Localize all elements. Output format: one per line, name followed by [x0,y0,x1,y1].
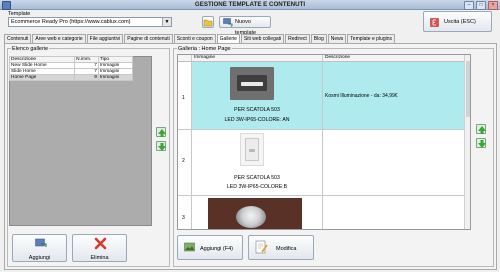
cell-type: Immagini [97,74,134,81]
window-title: GESTIONE TEMPLATE E CONTENUTI [194,1,306,8]
row-number: 3 [182,215,185,221]
tab-strip: Contenuti Aree web e categorie File aggi… [4,34,396,43]
new-template-button[interactable]: Nuovo template [219,16,271,36]
image-move-down-button[interactable] [476,138,486,148]
arrow-up-icon [478,126,486,134]
edit-image-label: Modifica [276,246,297,252]
browse-folder-button[interactable] [202,16,214,28]
led-fixture-shape [245,138,259,161]
tab-gallerie[interactable]: Gallerie [216,34,240,43]
tab-contenuti[interactable]: Contenuti [4,34,32,43]
arrow-down-icon [158,143,166,151]
gallery-list-title: Elenco gallerie [11,46,50,52]
tab-redirect[interactable]: Redirect [285,34,310,43]
move-up-button[interactable] [156,127,166,137]
table-row-selected[interactable]: Home Page 9 Immagini [8,74,134,81]
add-image-icon [184,242,195,252]
exit-button[interactable]: Uscita (ESC) [423,11,492,32]
add-image-button[interactable]: Aggiungi (F4) [177,235,243,260]
minimize-button[interactable]: – [464,1,474,10]
template-select-value: Ecommerce Ready Pro (https://www.cablux.… [11,19,131,25]
title-bar: GESTIONE TEMPLATE E CONTENUTI – □ × [0,0,500,10]
grid-divider [178,129,466,130]
gallery-detail-title: Galleria : Home Page [177,46,232,52]
cell-description: Home Page [8,74,76,81]
product-thumbnail[interactable] [240,133,264,166]
arrow-up-icon [158,129,166,137]
tab-news[interactable]: News [327,34,347,43]
row-description: Kosmi Illuminazione - da: 34,99€ [325,93,398,99]
grid-divider [191,55,192,229]
row-number: 2 [182,158,185,164]
template-select[interactable]: Ecommerce Ready Pro (https://www.cablux.… [8,17,172,27]
tab-template-plugins[interactable]: Template e plugins [347,34,395,43]
delete-gallery-button[interactable]: Elimina [72,234,127,262]
column-header[interactable]: Immagine [194,55,215,61]
grid-divider [178,195,466,196]
edit-image-button[interactable]: Modifica [248,235,314,260]
image-caption: LED 3W-IP65-COLORE: AN [224,117,290,123]
tab-sconti-coupon[interactable]: Sconti e coupon [173,34,216,43]
gallery-images-grid: Immagine Descrizione 1 PER SCATOLA 503 L… [177,54,471,230]
tab-file-aggiuntivi[interactable]: File aggiuntivi [86,34,124,43]
tab-blog[interactable]: Blog [310,34,327,43]
tab-siti-web[interactable]: Siti web collegati [240,34,285,43]
product-thumbnail[interactable] [230,67,274,100]
exit-icon [430,18,439,27]
arrow-down-icon [478,140,486,148]
led-fixture-shape [237,75,267,91]
edit-icon [255,240,268,254]
grid-scrollbar[interactable] [464,55,470,229]
add-gallery-label: Aggiungi [28,255,51,261]
add-image-label: Aggiungi (F4) [200,246,234,252]
image-caption: PER SCATOLA 503 [234,107,280,113]
gallery-list-table: Descrizione N.imm. Tipo New Slide Home 7… [8,56,134,81]
cell-count: 9 [74,74,99,81]
close-button[interactable]: × [488,1,498,10]
tab-pagine-contenuti[interactable]: Pagine di contenuti [124,34,173,43]
maximize-button[interactable]: □ [476,1,486,10]
add-gallery-button[interactable]: Aggiungi [12,234,67,262]
column-header[interactable]: Descrizione [325,55,350,61]
product-thumbnail[interactable] [208,198,302,229]
delete-gallery-label: Elimina [90,255,109,261]
gallery-list-background [9,56,152,226]
image-move-up-button[interactable] [476,124,486,134]
new-template-icon [223,18,233,27]
tab-aree-web[interactable]: Aree web e categorie [32,34,86,43]
scrollbar-thumb[interactable] [466,61,470,117]
image-caption: PER SCATOLA 503 [234,175,280,181]
ground-light-shape [236,206,266,228]
image-caption: LED 3W-IP65-COLORE:B [226,184,288,190]
grid-divider [322,55,323,229]
exit-label: Uscita (ESC) [444,19,476,25]
add-icon [35,238,47,247]
led-light-shape [249,149,255,152]
row-number: 1 [182,95,185,101]
select-dropdown-button[interactable] [162,17,170,25]
led-light-shape [241,82,263,86]
folder-icon [203,19,213,27]
delete-icon [94,237,107,250]
move-down-button[interactable] [156,141,166,151]
